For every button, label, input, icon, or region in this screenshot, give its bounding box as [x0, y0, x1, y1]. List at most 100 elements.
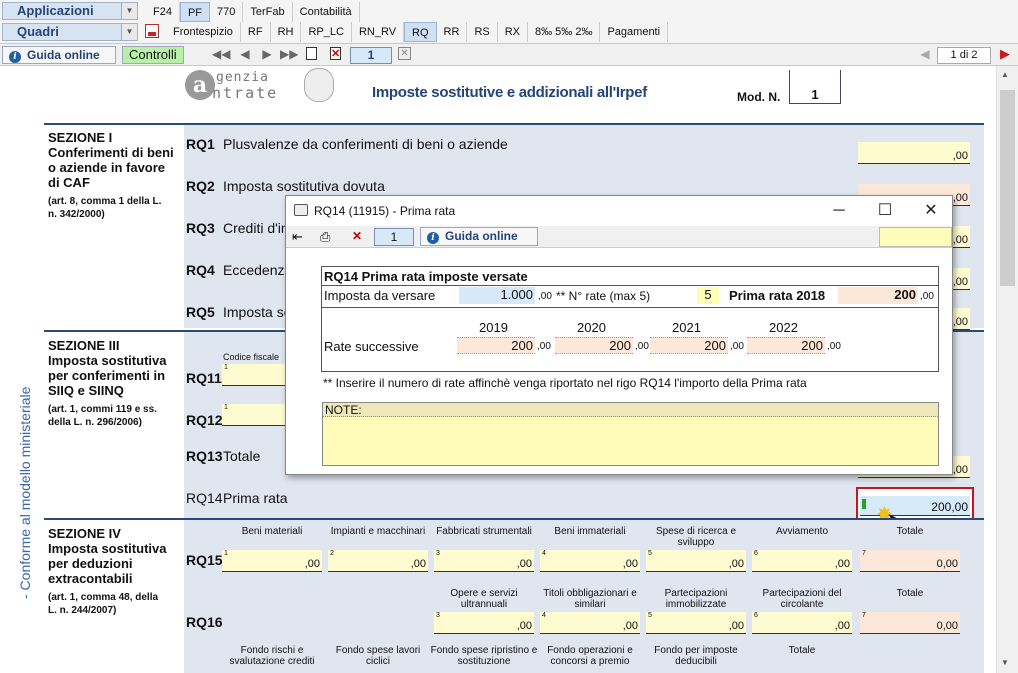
app-tab-2[interactable]: 770	[210, 2, 244, 22]
info-icon: i	[427, 232, 439, 244]
rq16-field-4[interactable]: 4,00	[540, 612, 640, 634]
app-tab-3[interactable]: TerFab	[243, 2, 293, 22]
rq17-header-2: Fondo spese ripristino e sostituzione	[430, 645, 538, 667]
rq15-field-5[interactable]: 5,00	[646, 550, 746, 572]
dialog-num[interactable]: 1	[374, 228, 414, 246]
form-title: Imposte sostitutive e addizionali all'Ir…	[372, 84, 647, 101]
rate-successive-label: Rate successive	[324, 339, 419, 354]
scroll-up-icon[interactable]: ▲	[1001, 70, 1009, 79]
quadro-tab-10[interactable]: Pagamenti	[600, 22, 669, 42]
quadro-tab-5[interactable]: RQ	[404, 22, 437, 42]
dialog-search-field[interactable]	[879, 227, 952, 247]
rq15-decimals: 0,00	[936, 558, 958, 570]
rq3-decimals: ,00	[952, 234, 968, 246]
first-page-icon[interactable]: ◀◀	[212, 47, 230, 61]
quadro-tab-0[interactable]: Frontespizio	[166, 22, 241, 42]
side-strip: - Conforme al modello ministeriale	[0, 66, 33, 673]
close-icon[interactable]: ✕	[908, 196, 954, 226]
field-number: 3	[436, 550, 440, 557]
app-tab-0[interactable]: F24	[146, 2, 180, 22]
vertical-scrollbar[interactable]: ▲ ▼	[996, 66, 1018, 673]
app-tabs: F24 PF 770 TerFab Contabilità	[146, 2, 360, 22]
delete-all-icon[interactable]: ✕	[398, 47, 411, 60]
rq11-codice-fiscale-field[interactable]: 1	[222, 364, 286, 386]
dialog-title: RQ14 (11915) - Prima rata	[314, 204, 456, 218]
new-module-icon[interactable]	[306, 47, 317, 60]
rq13-code: RQ13	[186, 448, 223, 464]
note-field[interactable]: NOTE:	[322, 402, 939, 466]
page-prev-icon[interactable]: ◀	[918, 47, 932, 61]
dialog-guida-label: Guida online	[445, 229, 518, 243]
field-number: 7	[862, 612, 866, 619]
rq16-decimals: ,00	[516, 620, 532, 632]
quadro-tab-6[interactable]: RR	[437, 22, 468, 42]
rq5-label: Imposta so	[223, 304, 292, 320]
rq15-field-6[interactable]: 6,00	[752, 550, 852, 572]
rq14-code: RQ14	[186, 490, 223, 506]
scroll-down-icon[interactable]: ▼	[1001, 658, 1009, 667]
rq15-header-6: Totale	[896, 526, 924, 537]
delete-module-icon[interactable]: ✕	[330, 47, 341, 60]
print-pdf-icon[interactable]	[145, 24, 159, 38]
section-divider	[44, 123, 984, 125]
nrate-input[interactable]: 5	[697, 287, 719, 304]
module-number[interactable]: 1	[350, 47, 392, 64]
rate-input-1[interactable]: 200	[555, 337, 633, 354]
rq1-field[interactable]: ,00	[858, 142, 970, 164]
dialog-guida-button[interactable]: i Guida online	[420, 227, 538, 246]
minimize-icon[interactable]: ─	[816, 196, 862, 226]
field-number: 2	[330, 550, 334, 557]
entrate-text: ntrate	[212, 84, 279, 102]
chevron-down-icon[interactable]: ▼	[121, 3, 137, 19]
rq16-field-5[interactable]: 5,00	[646, 612, 746, 634]
imposta-input[interactable]: 1.000	[459, 287, 535, 304]
rate-input-2[interactable]: 200	[650, 337, 728, 354]
rq16-header-1: Titoli obbligazionari e similari	[543, 588, 637, 610]
imposta-label: Imposta da versare	[324, 288, 436, 303]
quadro-tab-3[interactable]: RP_LC	[301, 22, 352, 42]
delete-icon[interactable]: ✕	[352, 229, 362, 243]
chevron-down-icon[interactable]: ▼	[121, 24, 137, 40]
guida-online-button[interactable]: i Guida online	[2, 46, 116, 64]
controlli-button[interactable]: Controlli	[122, 46, 184, 64]
rq15-header-3: Beni immateriali	[554, 526, 626, 537]
next-page-icon[interactable]: ▶	[260, 47, 274, 61]
quadro-tab-8[interactable]: RX	[498, 22, 528, 42]
note-label: NOTE:	[323, 403, 938, 417]
quadro-tab-7[interactable]: RS	[467, 22, 498, 42]
app-tab-4[interactable]: Contabilità	[293, 2, 360, 22]
rq12-field[interactable]: 1	[222, 404, 286, 426]
applicazioni-select[interactable]: Applicazioni ▼	[2, 2, 138, 20]
rq15-field-2[interactable]: 2,00	[328, 550, 428, 572]
exit-icon[interactable]: ⇤	[292, 229, 303, 245]
field-number: 4	[542, 612, 546, 619]
field-number: 3	[436, 612, 440, 619]
quadro-tab-4[interactable]: RN_RV	[352, 22, 405, 42]
rq5-code: RQ5	[186, 304, 215, 320]
rate-input-0[interactable]: 200	[457, 337, 535, 354]
page-next-icon[interactable]: ▶	[998, 47, 1012, 61]
section-3-ref: (art. 1, commi 119 e ss. della L. n. 296…	[48, 404, 157, 428]
scroll-thumb[interactable]	[1000, 90, 1015, 286]
maximize-icon[interactable]: ☐	[862, 196, 908, 226]
rq16-field-6[interactable]: 6,00	[752, 612, 852, 634]
rq15-field-1[interactable]: 1,00	[222, 550, 322, 572]
prima-rata-box: RQ14 Prima rata imposte versate Imposta …	[321, 266, 939, 372]
quadro-tab-2[interactable]: RH	[271, 22, 302, 42]
last-page-icon[interactable]: ▶▶	[280, 47, 298, 61]
imposta-decimals: ,00	[538, 291, 552, 302]
prima-rata-input[interactable]: 200	[838, 287, 918, 304]
rq15-field-7[interactable]: 7 0,00	[860, 550, 960, 572]
print-icon[interactable]: ⎙	[320, 229, 330, 245]
rate-input-3[interactable]: 200	[747, 337, 825, 354]
rq15-field-4[interactable]: 4,00	[540, 550, 640, 572]
prev-page-icon[interactable]: ◀	[238, 47, 252, 61]
quadro-tab-1[interactable]: RF	[241, 22, 271, 42]
rq15-field-3[interactable]: 3,00	[434, 550, 534, 572]
quadri-select[interactable]: Quadri ▼	[2, 23, 138, 41]
top-menu-bar: Applicazioni ▼ Quadri ▼ F24 PF 770 TerFab Co…	[0, 0, 1018, 44]
app-tab-1[interactable]: PF	[179, 2, 211, 22]
quadro-tab-9[interactable]: 8‰ 5‰ 2‰	[528, 22, 601, 42]
rq16-field-7[interactable]: 7 0,00	[860, 612, 960, 634]
rq16-field-3[interactable]: 3,00	[434, 612, 534, 634]
